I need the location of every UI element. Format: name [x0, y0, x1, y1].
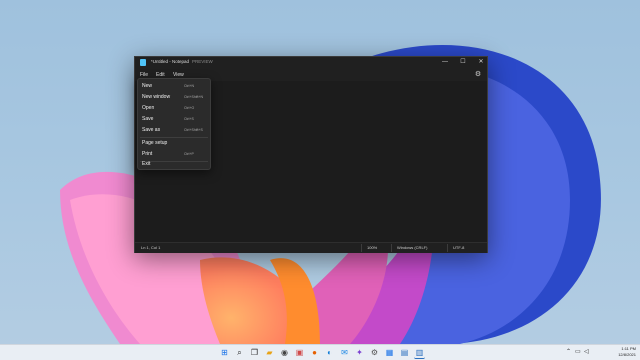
firefox-icon[interactable]: ● [309, 347, 320, 358]
notepad-app-icon [140, 59, 146, 66]
menu-item-shortcut: Ctrl+N [184, 84, 195, 88]
gear-icon[interactable]: ⚙ [473, 70, 483, 80]
notepad-icon[interactable]: ▤ [399, 347, 410, 358]
menu-item-open[interactable]: Open Ctrl+O [140, 103, 208, 114]
maximize-button[interactable]: ☐ [457, 57, 469, 68]
status-divider [361, 244, 362, 252]
zoom-level: 100% [367, 245, 378, 250]
edge-icon[interactable]: ◉ [279, 347, 290, 358]
taskbar: ⊞ ⌕ ❐ ▰ ◉ ▣ ● ◐ ✉ ✦ ⚙ ▦ ▤ ▥ ⌃ ▭ ◁ 1:11 P… [0, 344, 640, 360]
menu-item-label: New [142, 83, 153, 89]
menu-item-shortcut: Ctrl+Shift+S [184, 128, 203, 132]
menu-item-label: Open [142, 105, 155, 111]
close-button[interactable]: ✕ [475, 57, 487, 68]
menu-item-save-as[interactable]: Save as Ctrl+Shift+S [140, 125, 208, 136]
menu-item-label: Page setup [142, 140, 168, 146]
network-icon[interactable]: ▭ [575, 348, 581, 357]
menu-item-page-setup[interactable]: Page setup [140, 138, 208, 149]
windows-start-icon[interactable]: ⊞ [219, 347, 230, 358]
calculator-icon[interactable]: ⚙ [369, 347, 380, 358]
minimize-button[interactable]: — [439, 57, 451, 68]
window-title: *Untitled - Notepad PREVIEW [151, 59, 213, 64]
menu-item-new[interactable]: New Ctrl+N [140, 81, 208, 92]
mail-icon[interactable]: ✉ [339, 347, 350, 358]
status-divider [391, 244, 392, 252]
menu-item-exit[interactable]: Exit [140, 159, 208, 170]
task-view-icon[interactable]: ❐ [249, 347, 260, 358]
clock-date: 12/8/2021 [618, 352, 636, 357]
notepad-running-icon[interactable]: ▥ [414, 347, 425, 359]
file-menu-dropdown: New Ctrl+N New window Ctrl+Shift+N Open … [137, 78, 211, 170]
search-icon[interactable]: ⌕ [234, 347, 245, 358]
calculator-app-icon[interactable]: ▦ [384, 347, 395, 358]
menu-item-label: Save [142, 116, 154, 122]
volume-icon[interactable]: ◁ [584, 348, 589, 357]
menu-item-label: Exit [142, 161, 151, 167]
settings-icon[interactable]: ✦ [354, 347, 365, 358]
store-icon[interactable]: ▣ [294, 347, 305, 358]
menu-item-shortcut: Ctrl+S [184, 117, 194, 121]
chevron-up-icon[interactable]: ⌃ [566, 348, 571, 357]
cursor-position: Ln 1, Col 1 [141, 245, 161, 250]
photos-icon[interactable]: ◐ [324, 347, 335, 358]
encoding: UTF-8 [453, 245, 465, 250]
menu-item-label: New window [142, 94, 171, 100]
title-bar[interactable]: *Untitled - Notepad PREVIEW — ☐ ✕ [135, 57, 487, 68]
menu-item-save[interactable]: Save Ctrl+S [140, 114, 208, 125]
preview-badge: PREVIEW [192, 59, 213, 64]
file-explorer-icon[interactable]: ▰ [264, 347, 275, 358]
system-clock[interactable]: 1:11 PM 12/8/2021 [618, 346, 636, 358]
status-divider [447, 244, 448, 252]
line-ending: Windows (CRLF) [397, 245, 428, 250]
menu-item-new-window[interactable]: New window Ctrl+Shift+N [140, 92, 208, 103]
status-bar: Ln 1, Col 1 100% Windows (CRLF) UTF-8 [135, 242, 487, 253]
menu-item-label: Save as [142, 127, 161, 133]
menu-item-shortcut: Ctrl+Shift+N [184, 95, 204, 99]
menu-item-shortcut: Ctrl+O [184, 106, 195, 110]
